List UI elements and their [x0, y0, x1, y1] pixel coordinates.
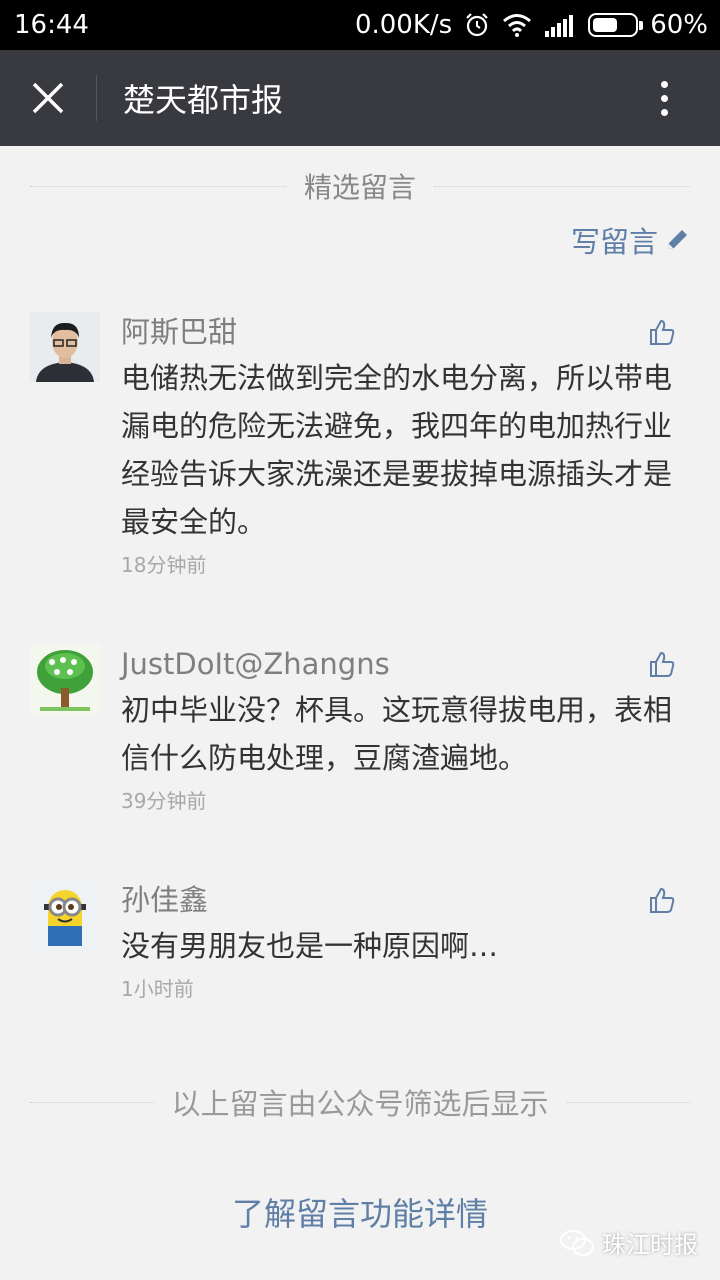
wifi-icon [503, 14, 532, 37]
selected-comments-header: 精选留言 [30, 164, 691, 208]
comment-item: 阿斯巴甜 电储热无法做到完全的水电分离，所以带电漏电的危险无法避免，我四年的电加… [30, 312, 690, 582]
comment-nickname: 阿斯巴甜 [121, 315, 238, 349]
alarm-icon [466, 13, 488, 37]
write-comment-link[interactable]: 写留言 [571, 220, 690, 260]
comment-content: 电储热无法做到完全的水电分离，所以带电漏电的危险无法避免，我四年的电加热行业经验… [121, 361, 673, 539]
battery-percent: 60% [650, 10, 708, 40]
filter-note-text: 以上留言由公众号筛选后显示 [171, 1087, 549, 1121]
tree-avatar-icon [30, 644, 100, 714]
more-dot-icon [660, 80, 668, 88]
section-title: 精选留言 [304, 171, 417, 204]
thumbs-up-icon[interactable] [648, 886, 676, 914]
network-speed: 0.00K/s [354, 10, 453, 40]
comment-content: 初中毕业没？杯具。这玩意得拔电用，表相信什么防电处理，豆腐渣遍地。 [121, 693, 673, 775]
write-comment-label: 写留言 [570, 225, 658, 259]
avatar[interactable] [30, 644, 100, 714]
comment-time: 1小时前 [121, 977, 194, 1001]
pencil-icon [668, 230, 687, 249]
title-bar: 楚天都市报 [0, 50, 720, 146]
status-icons: 0.00K/s 60% [355, 10, 708, 40]
comment-item: 孙佳鑫 没有男朋友也是一种原因啊… 1小时前 [30, 880, 690, 1010]
status-time: 16:44 [14, 10, 89, 40]
avatar[interactable] [30, 312, 100, 382]
filter-note: 以上留言由公众号筛选后显示 [30, 1080, 691, 1124]
divider-line [30, 1101, 154, 1103]
more-dot-icon [660, 94, 668, 102]
watermark-text: 珠江时报 [602, 1231, 698, 1259]
comment-content: 没有男朋友也是一种原因啊… [121, 929, 499, 963]
comment-nickname: JustDoIt@Zhangns [121, 647, 390, 681]
avatar-person-icon [30, 312, 100, 382]
comment-time: 18分钟前 [121, 553, 207, 577]
comment-body: 阿斯巴甜 电储热无法做到完全的水电分离，所以带电漏电的危险无法避免，我四年的电加… [121, 312, 690, 580]
minion-avatar-icon [30, 880, 100, 950]
status-bar: 16:44 0.00K/s 60% [0, 0, 720, 50]
battery-icon [588, 13, 644, 37]
divider-line [566, 1101, 691, 1103]
avatar[interactable] [30, 880, 100, 950]
page-title: 楚天都市报 [123, 81, 284, 119]
comment-body: 孙佳鑫 没有男朋友也是一种原因啊… 1小时前 [121, 880, 690, 1004]
close-icon [32, 82, 64, 114]
wechat-icon [560, 1229, 594, 1256]
comment-item: JustDoIt@Zhangns 初中毕业没？杯具。这玩意得拔电用，表相信什么防… [30, 644, 690, 824]
title-divider [96, 75, 97, 121]
comment-nickname: 孙佳鑫 [121, 883, 209, 917]
close-button[interactable] [0, 50, 96, 146]
comment-body: JustDoIt@Zhangns 初中毕业没？杯具。这玩意得拔电用，表相信什么防… [121, 644, 690, 816]
divider-line [434, 185, 691, 187]
comment-time: 39分钟前 [121, 789, 207, 813]
divider-line [30, 185, 286, 187]
thumbs-up-icon[interactable] [648, 318, 676, 346]
signal-icon [545, 15, 574, 37]
more-dot-icon [660, 108, 668, 116]
battery-fill [593, 18, 618, 32]
watermark: 珠江时报 [560, 1225, 698, 1260]
thumbs-up-icon[interactable] [648, 650, 676, 678]
more-menu-button[interactable] [634, 50, 694, 146]
